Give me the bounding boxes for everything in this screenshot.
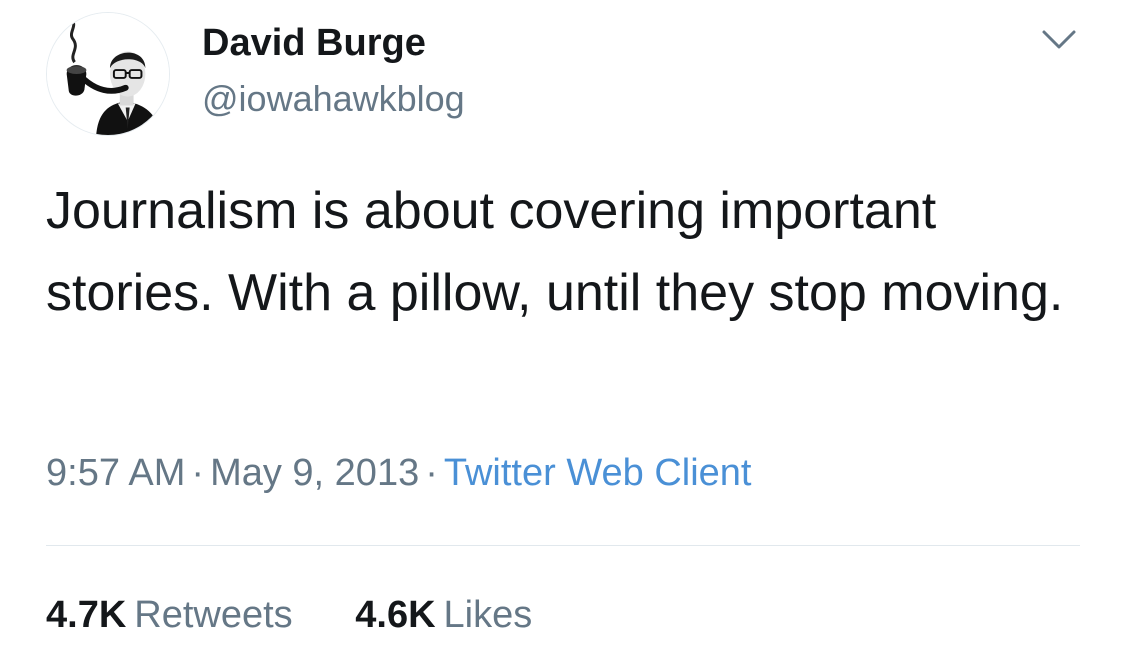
tweet-meta: 9:57 AM · May 9, 2013 · Twitter Web Client xyxy=(46,452,752,495)
likes-stat[interactable]: 4.6K Likes xyxy=(355,594,532,637)
meta-separator: · xyxy=(191,452,205,494)
tweet-source-link[interactable]: Twitter Web Client xyxy=(444,452,752,494)
likes-label: Likes xyxy=(443,594,533,636)
author-display-name[interactable]: David Burge xyxy=(202,22,426,65)
tweet-menu-button[interactable] xyxy=(1038,22,1080,58)
meta-separator-2: · xyxy=(425,452,438,494)
tweet-time[interactable]: 9:57 AM xyxy=(46,452,185,494)
tweet-text: Journalism is about covering important s… xyxy=(46,182,1064,322)
tweet-date[interactable]: May 9, 2013 xyxy=(210,452,419,494)
tweet-card: David Burge @iowahawkblog Journalism is … xyxy=(0,0,1125,659)
retweets-count: 4.7K xyxy=(46,594,127,636)
divider xyxy=(46,545,1080,546)
chevron-down-icon xyxy=(1042,30,1076,49)
avatar-photo-icon xyxy=(47,13,169,135)
author-avatar[interactable] xyxy=(46,12,170,136)
author-handle[interactable]: @iowahawkblog xyxy=(202,78,465,120)
likes-count: 4.6K xyxy=(355,594,436,636)
retweets-label: Retweets xyxy=(134,594,293,636)
retweets-stat[interactable]: 4.7K Retweets xyxy=(46,594,293,637)
tweet-stats: 4.7K Retweets 4.6K Likes xyxy=(46,594,532,637)
